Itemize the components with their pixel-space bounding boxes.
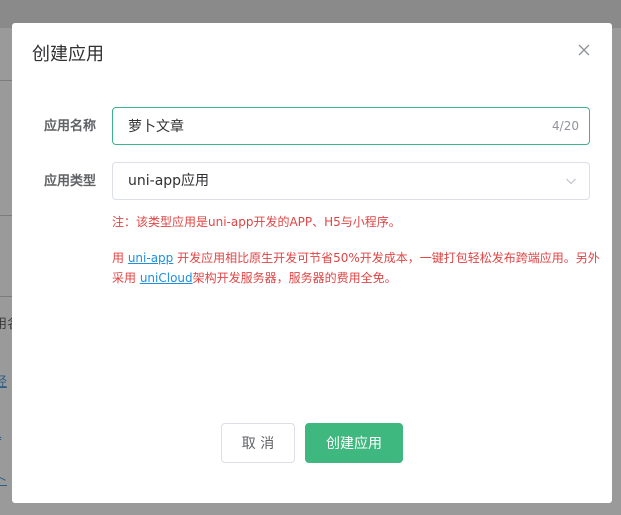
background-link-fragment: 经 bbox=[0, 375, 8, 390]
background-divider bbox=[0, 296, 12, 297]
background-link-fragment: 卜 bbox=[0, 473, 8, 488]
create-app-dialog: 创建应用 应用名称 4/20 应用类型 uni-app应用 注：该类型应用是un… bbox=[12, 23, 612, 503]
close-icon[interactable] bbox=[576, 42, 592, 58]
background-divider bbox=[0, 215, 12, 216]
chevron-down-icon bbox=[566, 178, 576, 185]
background-divider bbox=[0, 80, 12, 81]
app-name-label: 应用名称 bbox=[44, 119, 97, 134]
create-app-button[interactable]: 创建应用 bbox=[305, 423, 403, 463]
app-name-input-wrapper: 4/20 bbox=[112, 107, 590, 145]
dialog-title: 创建应用 bbox=[32, 44, 104, 65]
app-type-select[interactable]: uni-app应用 bbox=[112, 162, 590, 200]
background-link-fragment: L bbox=[0, 427, 12, 443]
app-type-selected-value: uni-app应用 bbox=[128, 173, 210, 189]
uni-app-description: 用 uni-app 开发应用相比原生开发可节省50%开发成本，一键打包轻松发布跨… bbox=[112, 248, 602, 288]
app-type-note: 注：该类型应用是uni-app开发的APP、H5与小程序。 bbox=[112, 215, 401, 229]
description-prefix: 用 bbox=[112, 251, 128, 265]
description-suffix: 架构开发服务器，服务器的费用全免。 bbox=[192, 271, 397, 285]
app-type-label: 应用类型 bbox=[44, 174, 97, 189]
cancel-button[interactable]: 取 消 bbox=[221, 423, 295, 463]
uni-app-link[interactable]: uni-app bbox=[128, 251, 173, 265]
app-name-char-count: 4/20 bbox=[552, 119, 579, 133]
background-text-fragment: 用名 bbox=[0, 317, 12, 332]
app-name-input[interactable] bbox=[128, 108, 528, 144]
unicloud-link[interactable]: uniCloud bbox=[140, 271, 193, 285]
